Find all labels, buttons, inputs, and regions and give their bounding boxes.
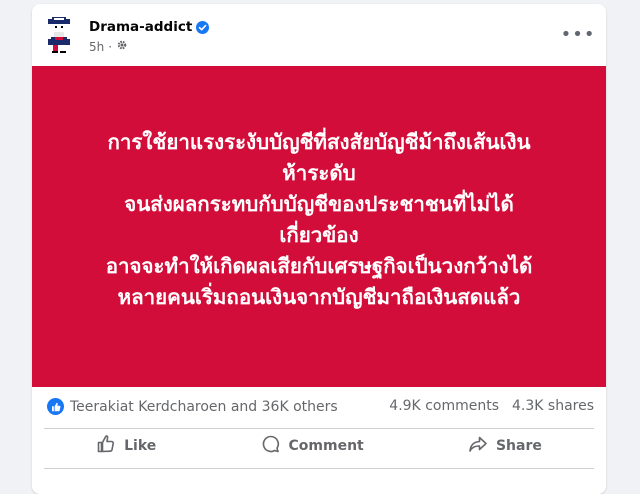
like-reaction-icon [47, 398, 64, 415]
engagement-counts: 4.9K comments 4.3K shares [389, 398, 594, 414]
share-icon [468, 434, 488, 458]
reactions-text: Teerakiat Kerdcharoen and 36K others [70, 398, 338, 415]
divider [44, 468, 594, 469]
post-meta: 5h · [89, 39, 128, 54]
shares-count[interactable]: 4.3K shares [512, 398, 594, 414]
post-header: Drama-addict 5h · ••• [32, 4, 606, 64]
banner-line: อาจจะทำให้เกิดผลเสียกับเศรษฐกิจเป็นวงกว้… [105, 254, 533, 278]
post-stats: Teerakiat Kerdcharoen and 36K others 4.9… [32, 388, 606, 426]
banner-text: การใช้ยาแรงระงับบัญชีที่สงสัยบัญชีม้าถึง… [106, 127, 533, 313]
banner-line: หลายคนเริ่มถอนเงินจากบัญชีมาถือเงินสดแล้… [117, 285, 521, 309]
author-name-row: Drama-addict [89, 19, 210, 35]
like-label: Like [124, 438, 157, 454]
comment-label: Comment [288, 438, 364, 454]
more-options-icon[interactable]: ••• [561, 22, 595, 46]
post-actions: Like Comment Share [44, 428, 594, 464]
author-avatar[interactable] [44, 17, 74, 53]
banner-line: จนส่งผลกระทบกับบัญชีของประชาชนที่ไม่ได้ [124, 192, 514, 216]
globe-gear-icon[interactable] [116, 39, 128, 54]
like-button[interactable]: Like [84, 430, 168, 462]
post-banner: การใช้ยาแรงระงับบัญชีที่สงสัยบัญชีม้าถึง… [32, 66, 606, 387]
post-card: Drama-addict 5h · ••• การใช้ยาแรงระงับบั… [32, 4, 606, 494]
banner-line: ห้าระดับ [282, 161, 356, 185]
share-label: Share [495, 438, 542, 454]
thumbs-up-icon [96, 434, 116, 458]
comment-button[interactable]: Comment [249, 430, 376, 462]
banner-line: เกี่ยวข้อง [279, 223, 359, 247]
comments-count[interactable]: 4.9K comments [389, 398, 499, 414]
banner-line: การใช้ยาแรงระงับบัญชีที่สงสัยบัญชีม้าถึง… [107, 130, 531, 154]
post-time[interactable]: 5h [89, 40, 104, 54]
dot-separator: · [108, 39, 113, 54]
verified-badge-icon [196, 20, 210, 34]
share-button[interactable]: Share [456, 430, 554, 462]
author-name[interactable]: Drama-addict [89, 19, 192, 35]
comment-icon [261, 434, 281, 458]
reactions-summary[interactable]: Teerakiat Kerdcharoen and 36K others [47, 398, 338, 415]
